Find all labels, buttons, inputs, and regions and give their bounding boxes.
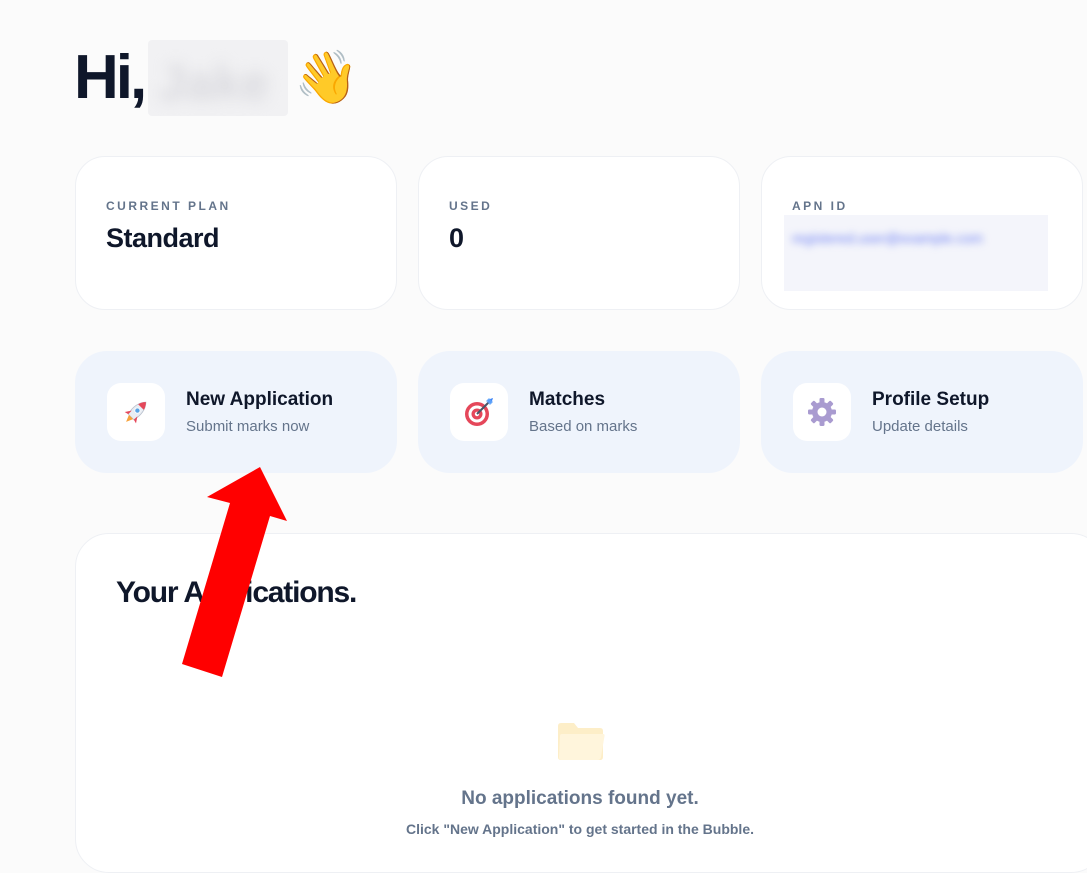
current-plan-value: Standard <box>106 223 220 253</box>
greeting-hi: Hi, <box>74 43 147 112</box>
profile-setup-button[interactable]: Profile Setup Update details <box>761 351 1083 473</box>
rocket-icon <box>107 383 165 441</box>
used-value: 0 <box>449 223 464 253</box>
new-application-subtitle: Submit marks now <box>186 418 310 435</box>
user-name: Jake <box>158 55 270 111</box>
target-icon <box>450 383 508 441</box>
new-application-button[interactable]: New Application Submit marks now <box>75 351 397 473</box>
current-plan-card: CURRENT PLAN Standard <box>75 156 397 310</box>
profile-setup-title: Profile Setup <box>872 389 990 410</box>
new-application-title: New Application <box>186 389 334 410</box>
applications-panel: Your Applications. No applications found… <box>75 533 1087 873</box>
gear-icon <box>793 383 851 441</box>
user-name-redacted: Jake <box>148 40 289 116</box>
used-card: USED 0 <box>418 156 740 310</box>
profile-setup-subtitle: Update details <box>872 418 968 435</box>
used-label: USED <box>449 199 493 213</box>
empty-state-title: No applications found yet. <box>461 788 699 809</box>
matches-button[interactable]: Matches Based on marks <box>418 351 740 473</box>
waving-hand-icon: 👋 <box>294 49 359 107</box>
empty-state-subtitle: Click "New Application" to get started i… <box>405 821 754 837</box>
greeting: Hi, Jake 👋 <box>74 38 359 118</box>
matches-subtitle: Based on marks <box>529 418 638 435</box>
apn-id-card: APN ID registered.user@example.com <box>761 156 1083 310</box>
applications-heading: Your Applications. <box>116 576 357 609</box>
apn-id-value: registered.user@example.com <box>792 230 983 246</box>
apn-id-label: APN ID <box>792 199 848 213</box>
apn-id-redacted: registered.user@example.com <box>784 215 1048 291</box>
folder-icon <box>556 720 606 767</box>
current-plan-label: CURRENT PLAN <box>106 199 231 213</box>
matches-title: Matches <box>529 389 606 410</box>
